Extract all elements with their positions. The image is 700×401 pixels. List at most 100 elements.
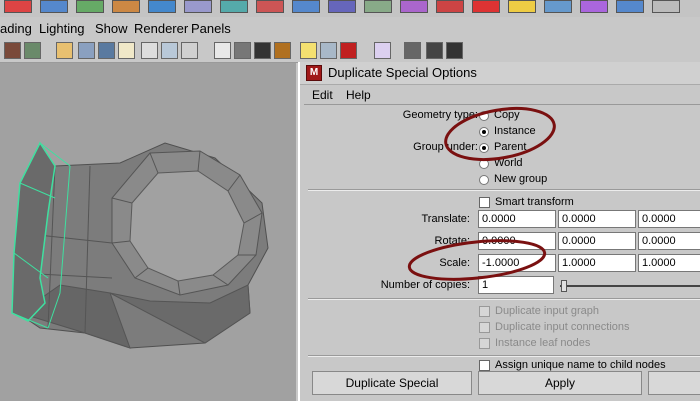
menu-lighting[interactable]: Lighting (39, 21, 85, 36)
close-button[interactable] (648, 371, 700, 395)
menu-renderer[interactable]: Renderer (134, 21, 188, 36)
panel-menubar: ading Lighting Show Renderer Panels (0, 17, 700, 41)
radio-new-group[interactable] (479, 175, 489, 185)
textured-cube-icon[interactable] (274, 42, 291, 59)
wireframe-grid-icon[interactable] (141, 42, 158, 59)
shelf-icon[interactable] (76, 0, 104, 13)
world-option-label: World (494, 157, 523, 169)
apply-button[interactable]: Apply (478, 371, 642, 395)
instance-leaf-nodes-label: Instance leaf nodes (495, 337, 591, 349)
viewport-3d[interactable] (0, 63, 296, 401)
new-group-option-label: New group (494, 173, 548, 185)
radio-instance[interactable] (479, 127, 489, 137)
separator (308, 189, 700, 191)
copy-option-label: Copy (494, 109, 520, 121)
copies-slider-track[interactable] (560, 285, 700, 287)
duplicate-input-graph-checkbox[interactable] (479, 306, 490, 317)
group-under-label: Group under: (413, 141, 478, 153)
xray-icon[interactable] (161, 42, 178, 59)
shelf-icon[interactable] (112, 0, 140, 13)
separator (308, 355, 700, 357)
scale-x-field[interactable]: -1.0000 (478, 254, 556, 272)
shelf-icon[interactable] (328, 0, 356, 13)
panel-toolbar (0, 40, 700, 63)
shaded-cube-icon[interactable] (234, 42, 251, 59)
polygon-mesh (11, 141, 269, 349)
shelf-icon[interactable] (148, 0, 176, 13)
shelf-icon[interactable] (508, 0, 536, 13)
parent-option-label: Parent (494, 141, 527, 153)
safe-action-icon[interactable] (118, 42, 135, 59)
shelf-icon[interactable] (616, 0, 644, 13)
options-panel: Geometry type: Copy Instance Group under… (304, 104, 700, 373)
duplicate-input-graph-label: Duplicate input graph (495, 305, 599, 317)
menu-panels[interactable]: Panels (191, 21, 231, 36)
rotate-label: Rotate: (434, 235, 470, 247)
translate-x-field[interactable]: 0.0000 (478, 210, 556, 228)
shelf-icon[interactable] (4, 0, 32, 13)
shelf-icon[interactable] (364, 0, 392, 13)
select-box-icon[interactable] (374, 42, 391, 59)
duplicate-special-button[interactable]: Duplicate Special (312, 371, 472, 395)
smart-transform-checkbox[interactable] (479, 197, 490, 208)
menu-shading[interactable]: ading (0, 21, 32, 36)
shelf-icon[interactable] (40, 0, 68, 13)
smart-transform-label: Smart transform (495, 196, 574, 208)
isolate-icon[interactable] (181, 42, 198, 59)
shelf-strip (0, 0, 700, 17)
shelf-icon[interactable] (184, 0, 212, 13)
grid-icon[interactable] (56, 42, 73, 59)
shelf-icon[interactable] (652, 0, 680, 13)
shelf-icon[interactable] (544, 0, 572, 13)
duplicate-special-dialog: M Duplicate Special Options Edit Help Ge… (298, 62, 700, 401)
shelf-icon[interactable] (400, 0, 428, 13)
duplicate-input-connections-checkbox[interactable] (479, 322, 490, 333)
rotate-y-field[interactable]: 0.0000 (558, 232, 636, 250)
assign-unique-name-checkbox[interactable] (479, 360, 490, 371)
light-bulb-icon[interactable] (300, 42, 317, 59)
radio-copy[interactable] (479, 111, 489, 121)
hud-icon[interactable] (446, 42, 463, 59)
render-cube-icon[interactable] (340, 42, 357, 59)
instance-option-label: Instance (494, 125, 536, 137)
film-gate-icon[interactable] (78, 42, 95, 59)
shelf-icon[interactable] (220, 0, 248, 13)
geometry-type-label: Geometry type: (402, 109, 478, 121)
duplicate-input-connections-label: Duplicate input connections (495, 321, 630, 333)
dialog-title: Duplicate Special Options (328, 65, 477, 80)
bookmark-icon[interactable] (4, 42, 21, 59)
wireframe-cube-icon[interactable] (214, 42, 231, 59)
shelf-icon[interactable] (472, 0, 500, 13)
shelf-icon[interactable] (436, 0, 464, 13)
scale-y-field[interactable]: 1.0000 (558, 254, 636, 272)
number-of-copies-field[interactable]: 1 (478, 276, 554, 294)
copies-slider-handle[interactable] (561, 280, 567, 292)
translate-y-field[interactable]: 0.0000 (558, 210, 636, 228)
separator (308, 298, 700, 300)
radio-world[interactable] (479, 159, 489, 169)
dialog-titlebar[interactable]: M Duplicate Special Options (300, 62, 700, 85)
menu-show[interactable]: Show (95, 21, 128, 36)
shadow-icon[interactable] (320, 42, 337, 59)
shelf-icon[interactable] (580, 0, 608, 13)
assign-unique-name-label: Assign unique name to child nodes (495, 359, 666, 371)
menu-help[interactable]: Help (346, 88, 371, 102)
grid-display-icon[interactable] (426, 42, 443, 59)
resolution-gate-icon[interactable] (98, 42, 115, 59)
smooth-cube-icon[interactable] (254, 42, 271, 59)
number-of-copies-label: Number of copies: (380, 279, 470, 291)
translate-label: Translate: (421, 213, 470, 225)
maya-app-icon: M (306, 65, 322, 81)
wire-on-shaded-icon[interactable] (404, 42, 421, 59)
translate-z-field[interactable]: 0.0000 (638, 210, 700, 228)
radio-parent[interactable] (479, 143, 489, 153)
menu-edit[interactable]: Edit (312, 88, 333, 102)
shelf-icon[interactable] (292, 0, 320, 13)
instance-leaf-nodes-checkbox[interactable] (479, 338, 490, 349)
rotate-x-field[interactable]: 0.0000 (478, 232, 556, 250)
shelf-icon[interactable] (256, 0, 284, 13)
rotate-z-field[interactable]: 0.0000 (638, 232, 700, 250)
scale-z-field[interactable]: 1.0000 (638, 254, 700, 272)
camera-icon[interactable] (24, 42, 41, 59)
dialog-menubar: Edit Help (300, 86, 700, 104)
